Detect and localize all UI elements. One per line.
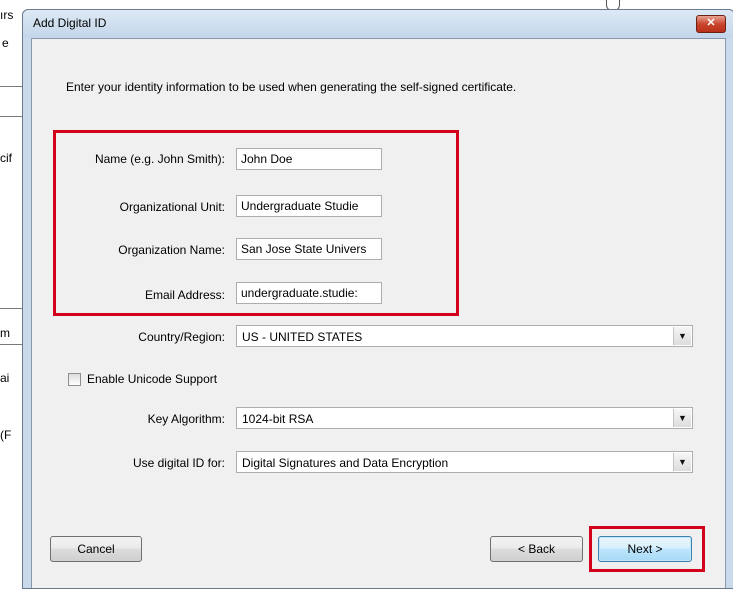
background-text: (F — [0, 428, 12, 442]
background-divider — [0, 86, 22, 87]
use-digital-id-value: Digital Signatures and Data Encryption — [242, 456, 449, 470]
key-algorithm-label: Key Algorithm: — [147, 412, 225, 426]
background-divider — [0, 308, 22, 309]
identity-fields-highlight — [53, 130, 459, 316]
unicode-checkbox[interactable] — [68, 373, 81, 386]
cancel-button[interactable]: Cancel — [50, 536, 142, 562]
back-button[interactable]: < Back — [490, 536, 583, 562]
use-digital-id-select[interactable]: Digital Signatures and Data Encryption ▼ — [236, 451, 693, 473]
intro-text: Enter your identity information to be us… — [66, 80, 517, 94]
close-button[interactable]: ✕ — [696, 15, 726, 33]
dialog-title: Add Digital ID — [33, 16, 107, 30]
country-region-select[interactable]: US - UNITED STATES ▼ — [236, 325, 693, 347]
country-region-value: US - UNITED STATES — [242, 330, 363, 344]
background-text: ırs — [0, 8, 14, 22]
background-divider — [0, 116, 22, 117]
key-algorithm-select[interactable]: 1024-bit RSA ▼ — [236, 407, 693, 429]
background-text: ai — [0, 371, 10, 385]
chevron-down-icon[interactable]: ▼ — [673, 409, 691, 427]
background-text: m — [0, 326, 10, 340]
close-icon: ✕ — [706, 17, 716, 29]
background-text: e — [2, 36, 9, 50]
key-algorithm-value: 1024-bit RSA — [242, 412, 314, 426]
chevron-down-icon[interactable]: ▼ — [673, 453, 691, 471]
background-text: cif — [0, 151, 12, 165]
next-button-highlight — [589, 526, 705, 572]
dialog-titlebar[interactable]: Add Digital ID ✕ — [23, 10, 733, 38]
use-digital-id-label: Use digital ID for: — [132, 456, 225, 470]
chevron-down-icon[interactable]: ▼ — [673, 327, 691, 345]
background-divider — [0, 344, 22, 345]
country-region-label: Country/Region: — [138, 330, 225, 344]
unicode-label[interactable]: Enable Unicode Support — [87, 372, 217, 386]
